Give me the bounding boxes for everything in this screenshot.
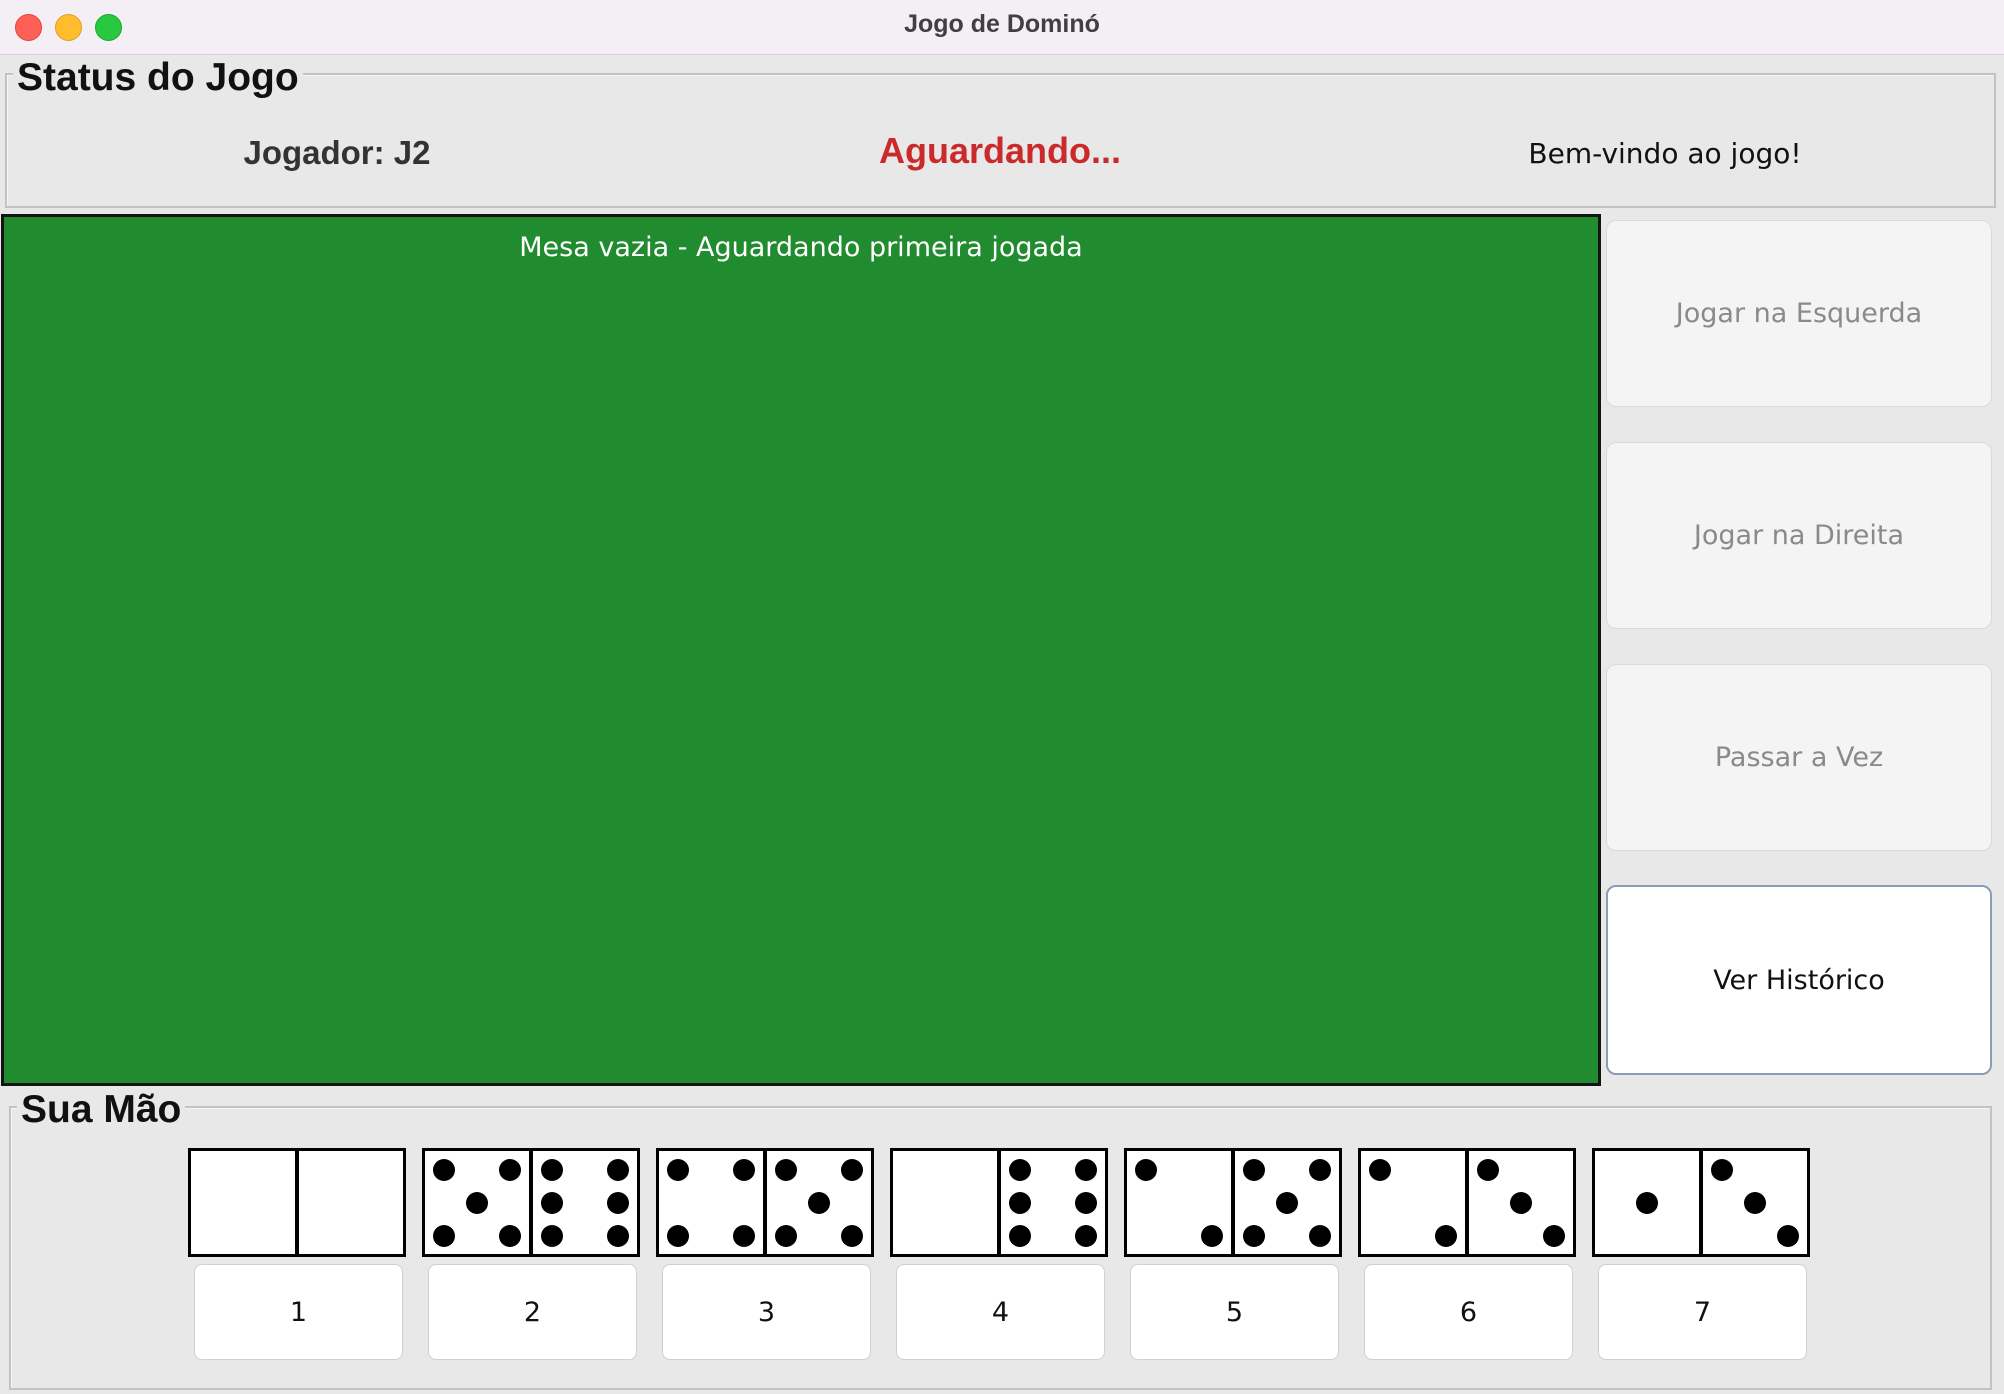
domino-pip (1309, 1225, 1331, 1247)
domino-tile (1358, 1148, 1576, 1257)
domino-pip (1135, 1159, 1157, 1181)
select-tile-button[interactable]: 7 (1598, 1264, 1807, 1360)
domino-pip (1309, 1159, 1331, 1181)
domino-pip (499, 1225, 521, 1247)
domino-pip (1075, 1225, 1097, 1247)
domino-pip (1477, 1159, 1499, 1181)
domino-pip (667, 1159, 689, 1181)
domino-pip (607, 1192, 629, 1214)
domino-pip (808, 1192, 830, 1214)
view-history-button[interactable]: Ver Histórico (1606, 885, 1992, 1075)
domino-pip (1243, 1225, 1265, 1247)
hand-group-title: Sua Mão (17, 1090, 186, 1129)
domino-tile (1592, 1148, 1810, 1257)
domino-pip (1435, 1225, 1457, 1247)
domino-pip (1009, 1192, 1031, 1214)
domino-tile (1124, 1148, 1342, 1257)
current-player-label: Jogador: J2 (243, 134, 431, 171)
domino-window: Jogo de Dominó Status do Jogo Jogador: J… (0, 0, 2004, 1394)
domino-pip (733, 1159, 755, 1181)
domino-right-half (767, 1151, 871, 1254)
domino-left-half (1595, 1151, 1699, 1254)
domino-pip (1543, 1225, 1565, 1247)
domino-tile (188, 1148, 406, 1257)
domino-right-half (1703, 1151, 1807, 1254)
play-right-button[interactable]: Jogar na Direita (1606, 442, 1992, 629)
play-left-button[interactable]: Jogar na Esquerda (1606, 220, 1992, 407)
domino-pip (1009, 1159, 1031, 1181)
domino-left-half (1361, 1151, 1465, 1254)
domino-pip (1369, 1159, 1391, 1181)
pass-turn-button[interactable]: Passar a Vez (1606, 664, 1992, 851)
select-tile-button[interactable]: 1 (194, 1264, 403, 1360)
window-title: Jogo de Dominó (904, 10, 1100, 38)
domino-left-half (659, 1151, 763, 1254)
domino-pip (775, 1159, 797, 1181)
domino-right-half (299, 1151, 403, 1254)
status-group-title: Status do Jogo (13, 58, 303, 97)
domino-pip (1777, 1225, 1799, 1247)
status-message-label: Bem-vindo ao jogo! (1528, 137, 1802, 170)
domino-pip (841, 1225, 863, 1247)
domino-left-half (425, 1151, 529, 1254)
domino-pip (607, 1159, 629, 1181)
title-bar: Jogo de Dominó (0, 0, 2004, 55)
domino-pip (541, 1225, 563, 1247)
domino-right-half (1469, 1151, 1573, 1254)
domino-pip (1243, 1159, 1265, 1181)
domino-pip (607, 1225, 629, 1247)
select-tile-button[interactable]: 6 (1364, 1264, 1573, 1360)
domino-left-half (1127, 1151, 1231, 1254)
select-tile-button[interactable]: 5 (1130, 1264, 1339, 1360)
domino-pip (433, 1225, 455, 1247)
domino-pip (1510, 1192, 1532, 1214)
table-message: Mesa vazia - Aguardando primeira jogada (519, 232, 1083, 263)
game-table: Mesa vazia - Aguardando primeira jogada (1, 214, 1601, 1086)
domino-pip (841, 1159, 863, 1181)
domino-tile (890, 1148, 1108, 1257)
select-tile-button[interactable]: 4 (896, 1264, 1105, 1360)
select-tile-button[interactable]: 3 (662, 1264, 871, 1360)
domino-pip (466, 1192, 488, 1214)
domino-tile (656, 1148, 874, 1257)
domino-pip (499, 1159, 521, 1181)
game-state-label: Aguardando... (879, 130, 1121, 171)
domino-pip (1009, 1225, 1031, 1247)
domino-right-half (533, 1151, 637, 1254)
domino-pip (541, 1159, 563, 1181)
domino-left-half (893, 1151, 997, 1254)
select-tile-button[interactable]: 2 (428, 1264, 637, 1360)
domino-pip (1276, 1192, 1298, 1214)
domino-pip (733, 1225, 755, 1247)
domino-pip (1711, 1159, 1733, 1181)
domino-right-half (1235, 1151, 1339, 1254)
domino-pip (667, 1225, 689, 1247)
domino-pip (1075, 1192, 1097, 1214)
domino-pip (433, 1159, 455, 1181)
domino-pip (1636, 1192, 1658, 1214)
domino-left-half (191, 1151, 295, 1254)
domino-pip (541, 1192, 563, 1214)
domino-pip (1744, 1192, 1766, 1214)
domino-tile (422, 1148, 640, 1257)
domino-right-half (1001, 1151, 1105, 1254)
domino-pip (775, 1225, 797, 1247)
domino-pip (1201, 1225, 1223, 1247)
domino-pip (1075, 1159, 1097, 1181)
